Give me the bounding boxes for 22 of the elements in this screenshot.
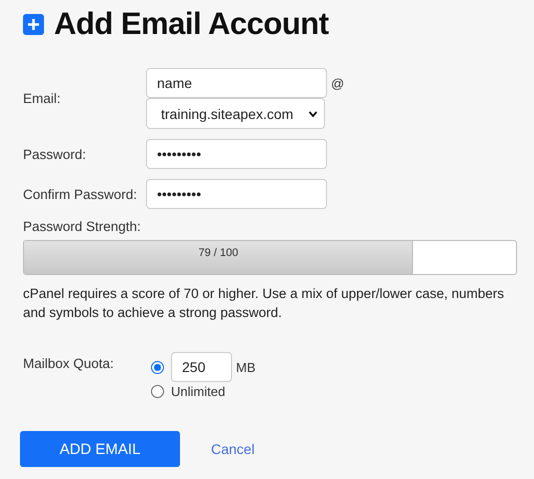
option-label: Unlimited	[171, 384, 226, 399]
field-label: Confirm Password:	[23, 186, 138, 202]
password-field[interactable]: •••••••••	[146, 179, 327, 209]
username-field[interactable]: name	[146, 68, 327, 98]
quota-field[interactable]: 250	[171, 352, 232, 382]
chevron-icon	[308, 108, 318, 118]
password-field[interactable]: •••••••••	[146, 139, 327, 169]
field-label: Mailbox Quota:	[23, 355, 115, 373]
domain-dropdown[interactable]: training.siteapex.com	[146, 98, 325, 129]
field-label: Email:	[23, 91, 62, 106]
add-icon	[23, 14, 44, 34]
page-title: Add Email Account	[54, 6, 329, 42]
help-text: cPanel requires a score of 70 or higher. Use a mix of upper/lower case, numbers and symbols to achieve a strong password.	[23, 285, 505, 322]
radio-button[interactable]	[151, 360, 164, 374]
radio-button[interactable]	[151, 385, 164, 398]
field-label: Password Strength:	[23, 219, 142, 234]
cancel-link[interactable]: Cancel	[211, 441, 255, 457]
strength-reading: 79 / 100	[197, 247, 240, 259]
add-email-button[interactable]: ADD EMAIL	[20, 431, 180, 467]
at-sign: @	[331, 76, 344, 90]
unit-label: MB	[236, 360, 256, 374]
field-label: Password:	[23, 146, 88, 162]
